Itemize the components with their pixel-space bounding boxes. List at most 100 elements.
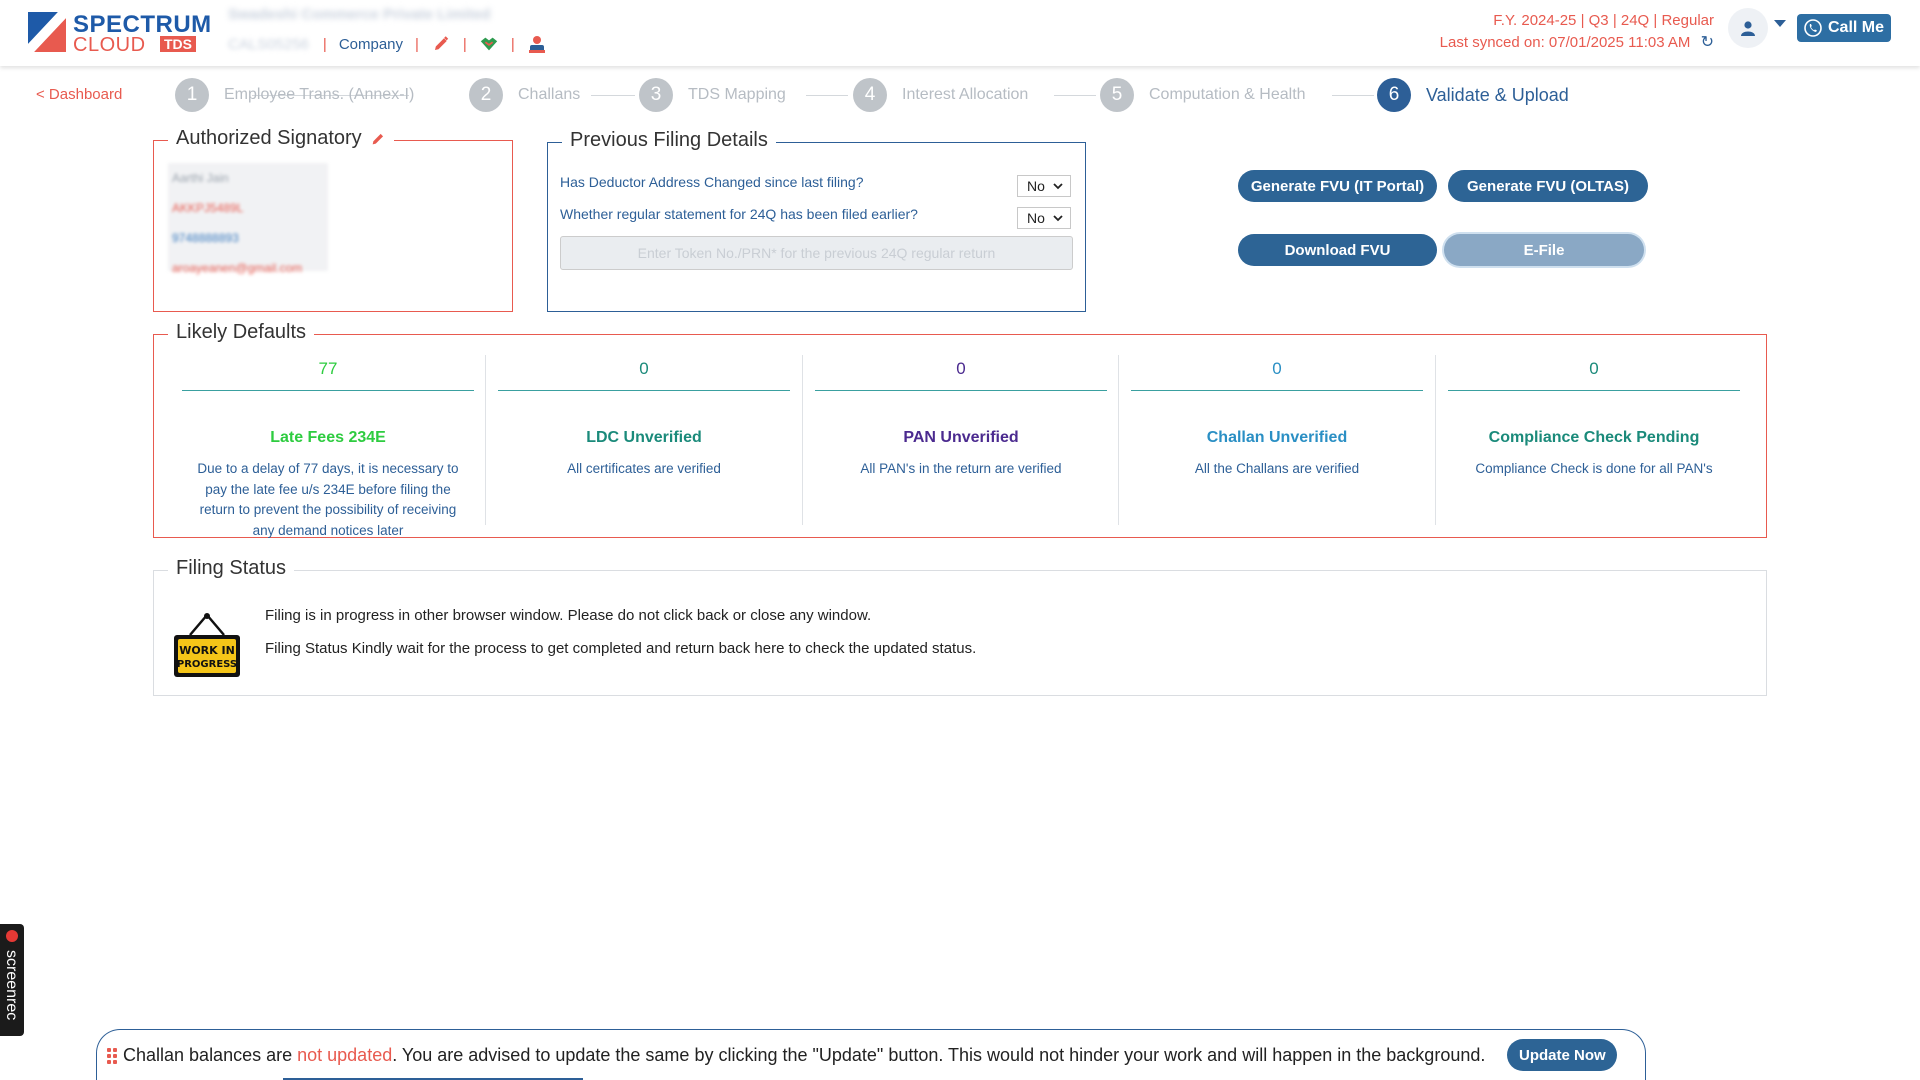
top-header: SPECTRUM CLOUD TDS Swadeshi Commerce Pri…: [0, 0, 1920, 66]
edit-pencil-icon[interactable]: [431, 34, 451, 54]
default-challan-unverified[interactable]: 0 Challan Unverified All the Challans ar…: [1119, 359, 1435, 527]
token-number-input[interactable]: Enter Token No./PRN* for the previous 24…: [560, 236, 1073, 270]
company-name: Swadeshi Commerce Private Limited: [228, 6, 491, 23]
step-interest-allocation[interactable]: 4 Interest Allocation: [853, 78, 1028, 112]
banner-text-before: Challan balances are: [123, 1044, 298, 1065]
default-pan-unverified[interactable]: 0 PAN Unverified All PAN's in the return…: [803, 359, 1119, 527]
default-description: Due to a delay of 77 days, it is necessa…: [197, 461, 459, 538]
separator: |: [510, 35, 515, 53]
spectrum-logo[interactable]: SPECTRUM CLOUD TDS: [28, 10, 211, 56]
address-changed-select[interactable]: No: [1017, 175, 1071, 197]
edit-pencil-icon[interactable]: [370, 131, 386, 147]
e-file-button[interactable]: E-File: [1444, 234, 1644, 266]
company-link[interactable]: Company: [339, 36, 403, 53]
default-count: 77: [318, 359, 338, 378]
previous-filing-title: Previous Filing Details: [570, 129, 768, 151]
likely-defaults-panel: Likely Defaults 77 Late Fees 234E Due to…: [153, 321, 1767, 538]
separator: |: [462, 35, 467, 53]
step-challans[interactable]: 2 Challans: [469, 78, 580, 112]
default-count: 0: [1589, 359, 1599, 378]
banner-warning-text: not updated: [297, 1044, 393, 1065]
panel-legend: Authorized Signatory: [168, 127, 394, 150]
step-label: Computation & Health: [1149, 86, 1306, 103]
filing-status-title: Filing Status: [176, 557, 287, 579]
filing-status-message: Filing is in progress in other browser w…: [265, 607, 872, 624]
default-title: Late Fees 234E: [270, 429, 386, 446]
panel-legend: Previous Filing Details: [562, 129, 776, 152]
previous-filing-panel: Previous Filing Details Has Deductor Add…: [547, 129, 1086, 312]
panel-legend: Likely Defaults: [168, 321, 315, 344]
fy-line: F.Y. 2024-25 | Q3 | 24Q | Regular: [1493, 12, 1714, 29]
step-label: Challans: [518, 86, 581, 103]
work-in-progress-sign-icon: WORK IN PROGRESS: [174, 613, 240, 677]
generate-fvu-it-portal-button[interactable]: Generate FVU (IT Portal): [1238, 170, 1437, 202]
divider: [498, 390, 790, 391]
record-icon: [6, 930, 18, 942]
default-title: LDC Unverified: [586, 429, 702, 446]
filing-status-panel: Filing Status WORK IN PROGRESS Filing is…: [153, 557, 1767, 696]
signatory-name: Aarthi Jain: [172, 171, 229, 185]
call-me-button[interactable]: Call Me: [1797, 14, 1891, 42]
challan-update-banner: Challan balances are not updated. You ar…: [96, 1029, 1646, 1080]
dashboard-back-link[interactable]: < Dashboard: [36, 86, 122, 103]
step-label: TDS Mapping: [688, 86, 786, 103]
default-title: PAN Unverified: [903, 429, 1019, 446]
signatory-phone: 9748888893: [172, 231, 239, 245]
fy-info: F.Y. 2024-25 | Q3 | 24Q | Regular Last s…: [1440, 10, 1714, 54]
generate-fvu-oltas-button[interactable]: Generate FVU (OLTAS): [1448, 170, 1648, 202]
default-description: Compliance Check is done for all PAN's: [1475, 461, 1713, 476]
step-validate-upload[interactable]: 6 Validate & Upload: [1377, 78, 1569, 112]
step-connector: [1332, 95, 1374, 96]
default-late-fees[interactable]: 77 Late Fees 234E Due to a delay of 77 d…: [170, 359, 486, 538]
step-number: 5: [1100, 78, 1134, 112]
banner-text-after: . You are advised to update the same by …: [392, 1044, 1486, 1065]
default-ldc-unverified[interactable]: 0 LDC Unverified All certificates are ve…: [486, 359, 802, 527]
user-icon: [1741, 21, 1755, 36]
logo-tds-badge: TDS: [160, 36, 196, 52]
signatory-email: aroayeanen@gmail.com: [172, 261, 303, 275]
default-description: All certificates are verified: [567, 461, 721, 476]
handshake-icon[interactable]: [479, 34, 499, 54]
update-now-button[interactable]: Update Now: [1507, 1039, 1618, 1071]
download-fvu-button[interactable]: Download FVU: [1238, 234, 1437, 266]
sign-text: WORK IN: [179, 644, 235, 657]
call-me-label: Call Me: [1827, 19, 1884, 36]
regular-statement-select[interactable]: No: [1017, 207, 1071, 229]
default-compliance-check[interactable]: 0 Compliance Check Pending Compliance Ch…: [1436, 359, 1752, 527]
user-avatar-button[interactable]: [1728, 8, 1768, 48]
authorized-signatory-title: Authorized Signatory: [176, 127, 362, 149]
default-title: Compliance Check Pending: [1488, 429, 1700, 446]
default-count: 0: [956, 359, 966, 378]
divider: [815, 390, 1107, 391]
separator: |: [322, 35, 327, 53]
logo-mark-icon: [28, 12, 66, 52]
default-description: All PAN's in the return are verified: [860, 461, 1062, 476]
user-menu-caret-icon[interactable]: [1774, 20, 1786, 27]
chevron-down-icon: [1053, 183, 1063, 190]
step-connector: [806, 95, 848, 96]
sync-row: Last synced on: 07/01/2025 11:03 AM ↻: [1440, 32, 1714, 54]
step-label: Interest Allocation: [902, 86, 1029, 103]
divider: [1131, 390, 1423, 391]
step-number: 2: [469, 78, 503, 112]
step-connector: [591, 95, 635, 96]
step-number: 6: [1377, 78, 1411, 112]
signatory-details: Aarthi Jain AKKPJ5489L 9748888893 aroaye…: [168, 163, 328, 275]
divider: [1448, 390, 1740, 391]
company-row: CALS05256 | Company | | |: [228, 34, 547, 54]
step-label: Employee Trans. (Annex-I): [224, 86, 415, 103]
phone-icon: [1804, 19, 1822, 37]
step-computation-health[interactable]: 5 Computation & Health: [1100, 78, 1306, 112]
screen-recorder-tab[interactable]: screenrec: [0, 924, 24, 1036]
signatory-pan: AKKPJ5489L: [172, 201, 244, 215]
authorized-signatory-panel: Authorized Signatory Aarthi Jain AKKPJ54…: [153, 127, 513, 312]
step-employee-trans[interactable]: 1 Employee Trans. (Annex-I): [175, 78, 414, 112]
step-tds-mapping[interactable]: 3 TDS Mapping: [639, 78, 786, 112]
drag-handle-icon[interactable]: [107, 1048, 117, 1064]
default-description: All the Challans are verified: [1194, 461, 1360, 476]
last-synced-text: Last synced on: 07/01/2025 11:03 AM: [1439, 34, 1691, 51]
user-badge-icon[interactable]: [527, 34, 547, 54]
step-number: 3: [639, 78, 673, 112]
refresh-icon[interactable]: ↻: [1701, 32, 1714, 54]
recorder-label: screenrec: [3, 950, 20, 1021]
